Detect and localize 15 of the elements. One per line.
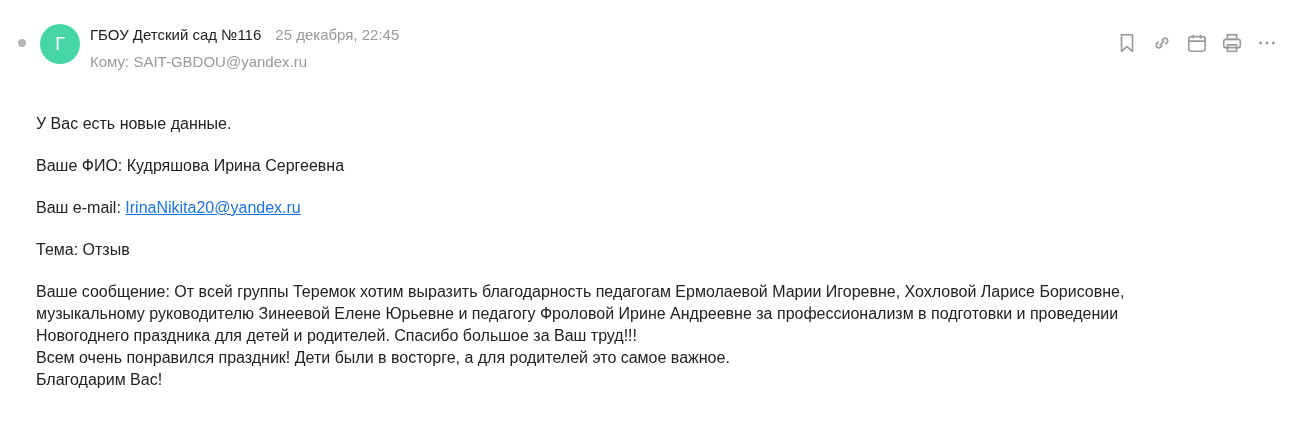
message-paragraph: Благодарим Вас! (36, 370, 164, 390)
field-label: Ваш e-mail: (36, 198, 122, 218)
message-paragraph: У Вас есть новые данные. (36, 114, 233, 134)
sender-name: ГБОУ Детский сад №116 (90, 25, 262, 45)
bullet-icon (18, 39, 26, 47)
message-paragraph: Ваше сообщение: От всей группы Теремок хотим выразить благодарность педагогам Ермолаевой Марии Игоревне, Хохловой Ларисе Борисовне, музыкальному руководителю Зинеевой Елене Юрьевне и педагогу Фроловой Ирине Андреевне за профессионализм в подготовки и проведении Новогоднего праздника для детей и родителей. Спасибо большое за Ваш труд!!! (36, 282, 1126, 346)
print-icon[interactable] (1221, 32, 1243, 54)
email-link[interactable]: IrinaNikita20@yandex.ru (125, 197, 301, 219)
sender-avatar: Г (40, 24, 80, 64)
message-paragraph: Тема: Отзыв (36, 240, 131, 260)
message-paragraph: Всем очень понравился праздник! Дети были в восторге, а для родителей это самое важное. (36, 348, 731, 368)
message-paragraph: Ваше ФИО: Кудряшова Ирина Сергеевна (36, 156, 346, 176)
message-date: 25 декабря, 22:45 (275, 25, 400, 45)
recipient-address: Кому: SAIT-GBDOU@yandex.ru (90, 51, 308, 72)
calendar-icon[interactable] (1186, 32, 1208, 54)
